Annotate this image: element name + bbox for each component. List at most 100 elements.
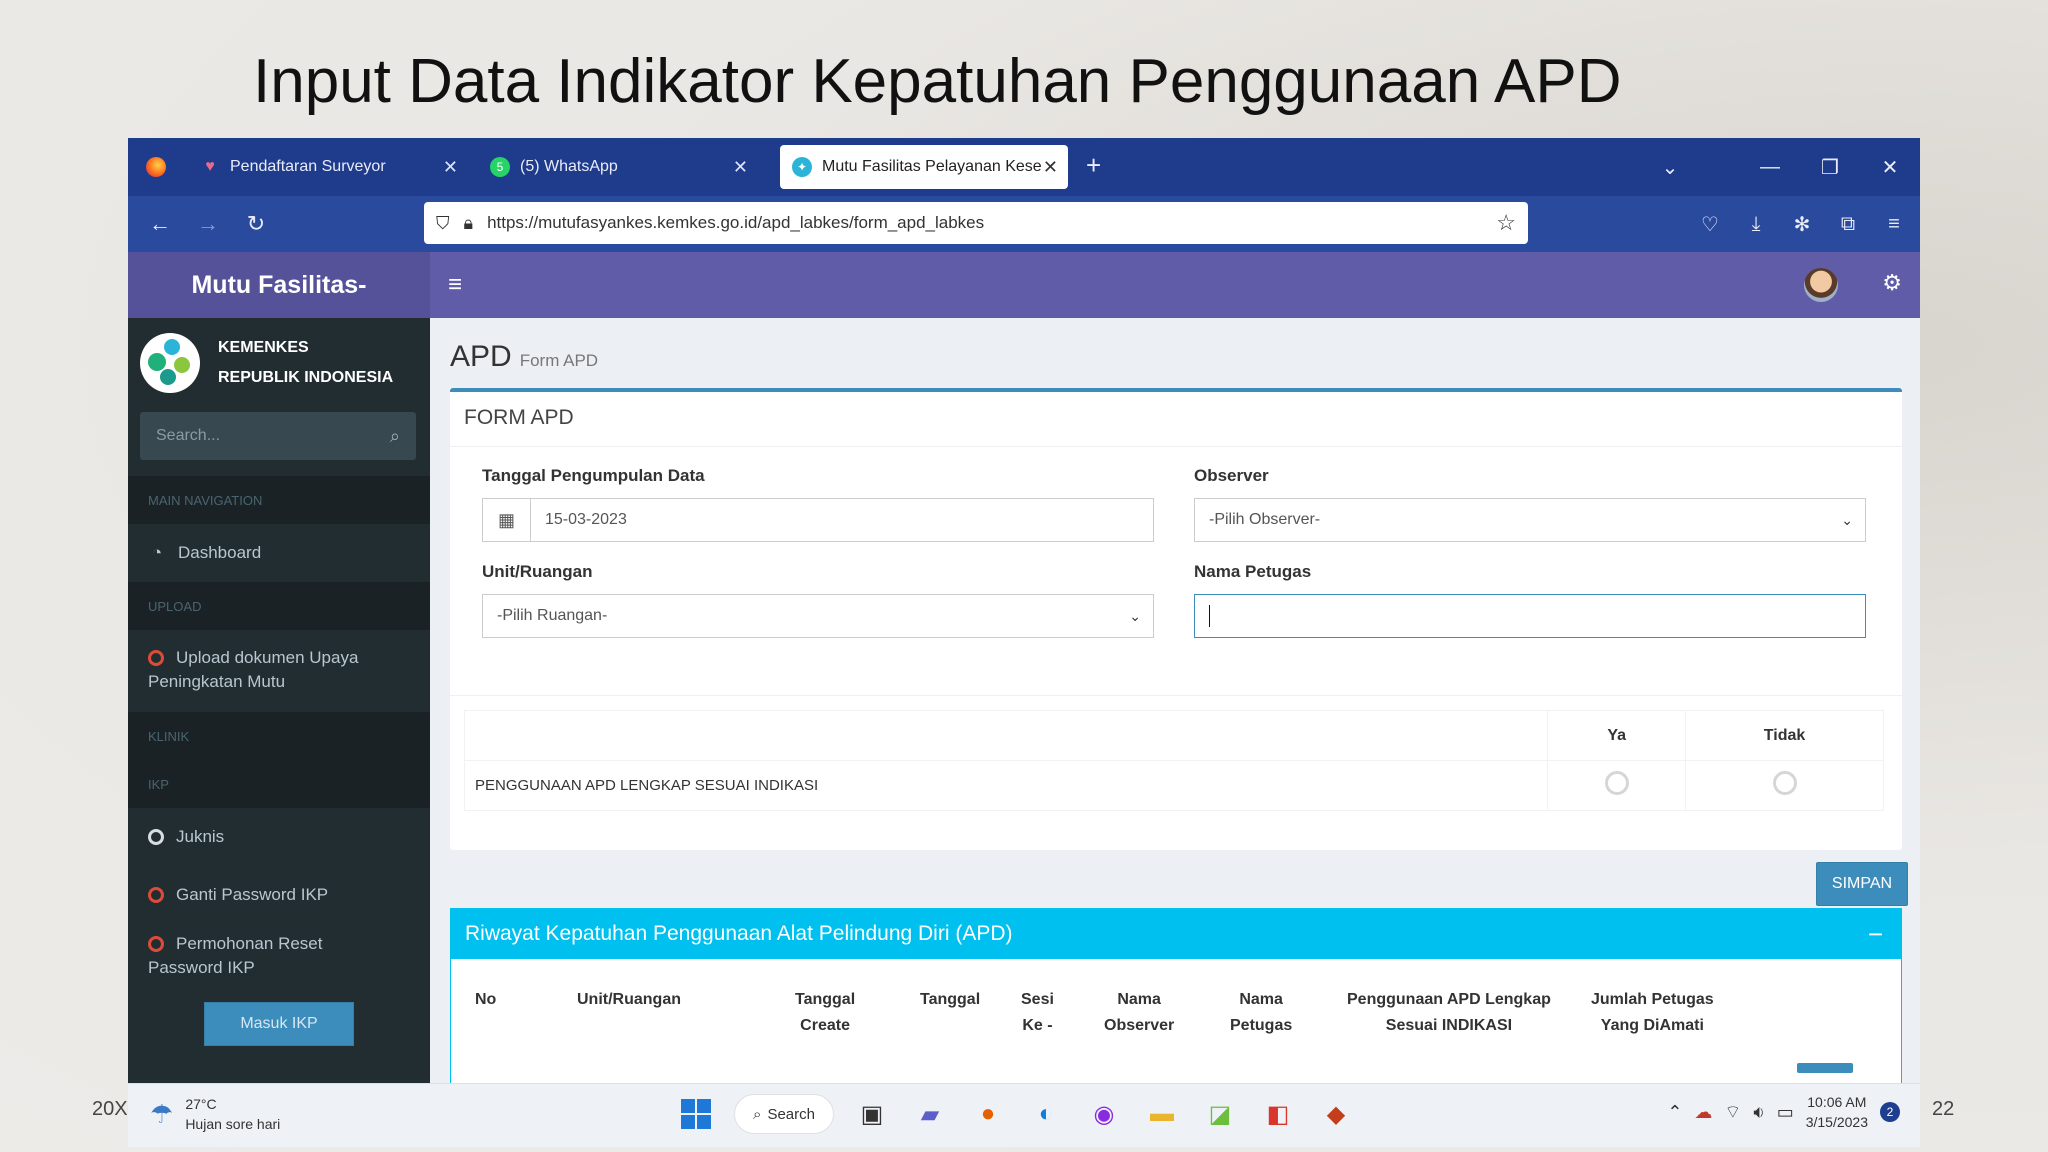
tanggal-date-input[interactable]: ▦ 15-03-2023 xyxy=(482,498,1154,542)
tanggal-value[interactable]: 15-03-2023 xyxy=(531,511,627,529)
table-header-empty xyxy=(463,710,1549,761)
sidebar-item-ganti-password[interactable]: Ganti Password IKP xyxy=(128,866,430,924)
close-icon[interactable]: ✕ xyxy=(443,157,458,178)
sidebar-item-label: Upload dokumen Upaya xyxy=(176,648,359,667)
sidebar-item-dashboard[interactable]: ◔ Dashboard xyxy=(128,524,430,582)
circle-icon xyxy=(148,829,164,845)
download-icon[interactable]: ⤓ xyxy=(1740,213,1772,236)
slide-title: Input Data Indikator Kepatuhan Penggunaa… xyxy=(253,47,1622,116)
sidebar-item-juknis[interactable]: Juknis xyxy=(128,808,430,866)
pocket-icon[interactable]: ♡ xyxy=(1694,212,1726,237)
reload-icon[interactable]: ↻ xyxy=(232,211,280,237)
new-tab-button[interactable]: + xyxy=(1086,150,1101,181)
unit-ruangan-select[interactable]: -Pilih Ruangan- ⌄ xyxy=(482,594,1154,638)
chevron-down-icon[interactable]: ⌄ xyxy=(1129,608,1141,625)
forward-icon[interactable]: → xyxy=(184,211,232,237)
tab-label: Mutu Fasilitas Pelayanan Keseh xyxy=(822,158,1042,175)
teams-icon[interactable]: ▰ xyxy=(910,1094,950,1134)
tab-mutu-fasilitas[interactable]: ✦ Mutu Fasilitas Pelayanan Keseh ✕ xyxy=(780,145,1068,189)
search-placeholder[interactable]: Search... xyxy=(156,427,220,445)
observer-value[interactable]: -Pilih Observer- xyxy=(1195,511,1320,529)
collapse-button[interactable]: − xyxy=(1868,919,1883,950)
firefox-icon[interactable] xyxy=(128,138,184,196)
firefox-taskbar-icon[interactable]: ● xyxy=(968,1094,1008,1134)
search-icon: ⌕ xyxy=(753,1105,762,1123)
taskbar-search[interactable]: ⌕ Search xyxy=(734,1094,834,1134)
url-bar[interactable]: ⛉ 🔒︎ https://mutufasyankes.kemkes.go.id/… xyxy=(424,202,1528,244)
browser-window: ♥ Pendaftaran Surveyor ✕ 5 (5) WhatsApp … xyxy=(128,138,1920,1083)
simpan-button[interactable]: SIMPAN xyxy=(1816,862,1908,906)
kemenkes-icon: ✦ xyxy=(792,157,812,177)
chevron-down-icon[interactable]: ⌄ xyxy=(1841,512,1853,529)
restore-icon[interactable]: ❐ xyxy=(1800,155,1860,180)
menu-icon[interactable]: ≡ xyxy=(1878,213,1910,236)
row-action-button[interactable] xyxy=(1797,1063,1853,1073)
col-observer-line2: Observer xyxy=(1104,1017,1175,1034)
weather-widget[interactable]: ☂ 27°C Hujan sore hari xyxy=(150,1094,280,1134)
window-controls: ⌄ — ❐ ✕ xyxy=(1640,138,1920,196)
close-window-icon[interactable]: ✕ xyxy=(1860,155,1920,180)
volume-icon[interactable]: 🔉︎ xyxy=(1753,1102,1764,1123)
bookmark-star-icon[interactable]: ☆ xyxy=(1496,210,1516,236)
observer-select[interactable]: -Pilih Observer- ⌄ xyxy=(1194,498,1866,542)
lock-icon[interactable]: 🔒︎ xyxy=(464,213,474,234)
radio-tidak-cell xyxy=(1685,760,1884,811)
task-view-icon[interactable]: ▣ xyxy=(852,1094,892,1134)
sidebar-toggle-icon[interactable]: ≡ xyxy=(448,271,462,299)
wifi-icon[interactable]: ⌔ xyxy=(1724,1101,1741,1124)
form-title: FORM APD xyxy=(464,406,574,429)
app-green-icon[interactable]: ◪ xyxy=(1200,1094,1240,1134)
sidebar-item-upload[interactable]: Upload dokumen Upaya Peningkatan Mutu xyxy=(128,630,430,712)
sidebar-item-label-line2: Password IKP xyxy=(148,958,255,977)
search-icon[interactable]: ⌕ xyxy=(390,426,400,447)
powerpoint-icon[interactable]: ◆ xyxy=(1316,1094,1356,1134)
sidebar-header-main: MAIN NAVIGATION xyxy=(128,476,430,524)
masuk-ikp-button[interactable]: Masuk IKP xyxy=(204,1002,354,1046)
sidebar-item-label: Ganti Password IKP xyxy=(176,885,329,904)
cloud-sync-icon[interactable]: ☁ xyxy=(1694,1102,1712,1123)
edge-icon[interactable]: ◐ xyxy=(1026,1094,1066,1134)
windows-taskbar: ☂ 27°C Hujan sore hari ⌕ Search ▣ ▰ ● ◐ … xyxy=(128,1083,1920,1147)
chevron-up-icon[interactable]: ⌃ xyxy=(1667,1102,1682,1123)
extension-sync-icon[interactable]: ✻ xyxy=(1786,212,1818,237)
unit-value[interactable]: -Pilih Ruangan- xyxy=(483,607,607,625)
col-petugas-line1: Nama xyxy=(1239,991,1283,1008)
sidebar-search-input[interactable]: Search... ⌕ xyxy=(140,412,416,460)
page-title: APD Form APD xyxy=(450,340,598,374)
notification-badge[interactable]: 2 xyxy=(1880,1102,1900,1122)
user-avatar[interactable] xyxy=(1804,268,1838,302)
calendar-icon[interactable]: ▦ xyxy=(483,499,531,541)
clock[interactable]: 10:06 AM 3/15/2023 xyxy=(1806,1092,1868,1132)
close-icon[interactable]: ✕ xyxy=(1043,157,1058,178)
url-text[interactable]: https://mutufasyankes.kemkes.go.id/apd_l… xyxy=(487,213,984,233)
col-tanggal-create-line2: Create xyxy=(800,1017,850,1034)
app-brand[interactable]: Mutu Fasilitas- xyxy=(128,252,430,318)
tab-pendaftaran-surveyor[interactable]: ♥ Pendaftaran Surveyor ✕ xyxy=(188,145,468,189)
nama-petugas-input[interactable] xyxy=(1194,594,1866,638)
back-icon[interactable]: ← xyxy=(136,211,184,237)
radio-ya-cell xyxy=(1547,760,1687,811)
close-icon[interactable]: ✕ xyxy=(733,157,748,178)
start-button[interactable] xyxy=(676,1094,716,1134)
file-explorer-icon[interactable]: ▬ xyxy=(1142,1094,1182,1134)
sidebar-item-reset-password[interactable]: Permohonan Reset Password IKP xyxy=(128,924,430,996)
battery-icon[interactable]: ▭ xyxy=(1777,1102,1794,1123)
sidebar-header-upload: UPLOAD xyxy=(128,582,430,630)
col-jumlah-line1: Jumlah Petugas xyxy=(1591,991,1714,1008)
acrobat-icon[interactable]: ◧ xyxy=(1258,1094,1298,1134)
shield-icon[interactable]: ⛉ xyxy=(436,213,450,234)
messenger-icon[interactable]: ◉ xyxy=(1084,1094,1124,1134)
radio-ya[interactable] xyxy=(1604,771,1629,795)
settings-gears-icon[interactable]: ⚙ xyxy=(1882,270,1902,296)
radio-tidak[interactable] xyxy=(1772,771,1797,795)
sidebar-header-ikp: IKP xyxy=(128,760,430,808)
extensions-icon[interactable]: ⧉ xyxy=(1832,213,1864,236)
col-tidak: Tidak xyxy=(1685,710,1884,761)
col-apd-line2: Sesuai INDIKASI xyxy=(1385,1017,1513,1034)
minimize-icon[interactable]: — xyxy=(1740,156,1800,179)
sidebar-item-label: Juknis xyxy=(176,827,225,846)
tab-whatsapp[interactable]: 5 (5) WhatsApp ✕ xyxy=(478,145,758,189)
circle-icon xyxy=(148,650,164,666)
tab-list-icon[interactable]: ⌄ xyxy=(1640,155,1700,180)
sidebar-item-label-line2: Peningkatan Mutu xyxy=(148,672,286,691)
